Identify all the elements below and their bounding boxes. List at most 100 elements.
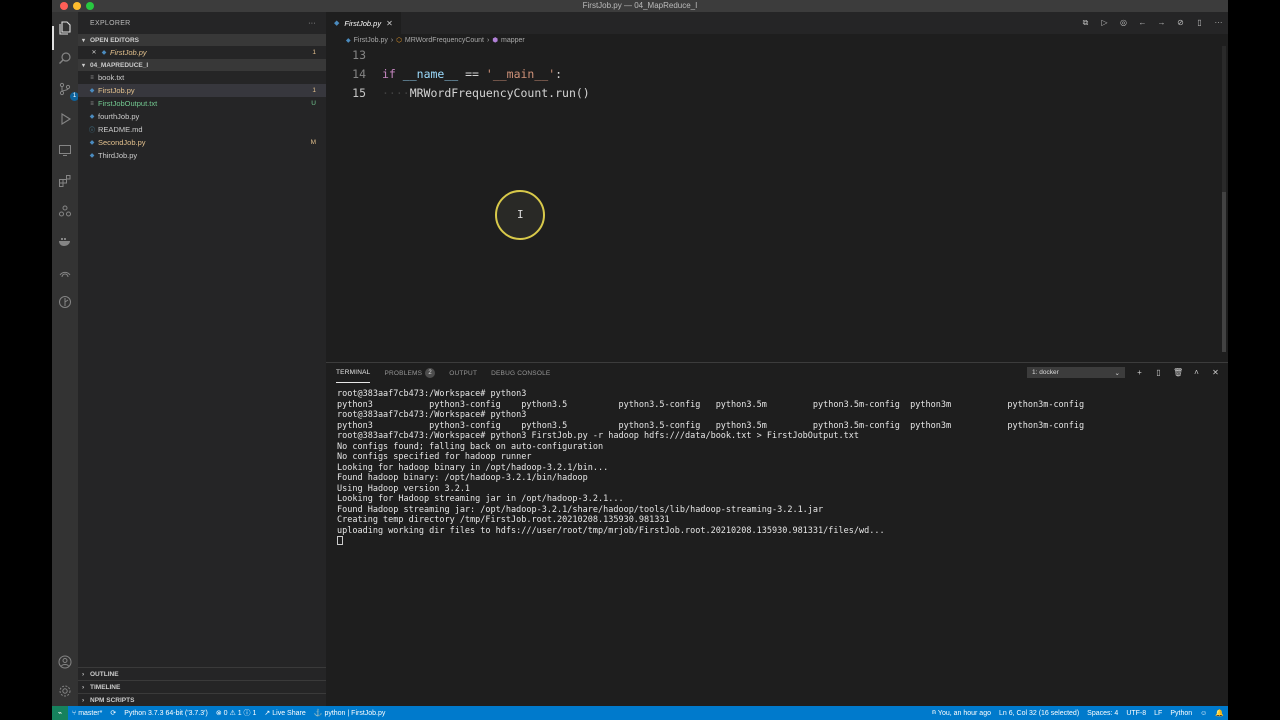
live-share-icon[interactable] [56, 202, 74, 220]
terminal-line: root@383aaf7cb473:/Workspace# python3 Fi… [337, 431, 859, 441]
close-icon[interactable]: ✕ [90, 49, 98, 56]
active-indicator [52, 26, 54, 50]
close-icon[interactable]: ✕ [1211, 367, 1220, 378]
docker-icon: ⚓ [313, 710, 323, 717]
terminal-select[interactable]: 1: docker ⌄ [1027, 367, 1125, 378]
split-editor-icon[interactable]: ▯ [1194, 17, 1205, 28]
search-icon[interactable] [56, 49, 74, 67]
extensions-icon[interactable] [56, 172, 74, 190]
status-bar: ⌁ ⑂ master* ⟳ Python 3.7.3 64-bit ('3.7.3… [52, 706, 1228, 720]
tab-debug-console[interactable]: DEBUG CONSOLE [491, 363, 550, 383]
python-file-icon: ◆ [346, 37, 351, 44]
source-control-icon[interactable]: 1 [56, 80, 79, 101]
notifications-bell-icon[interactable]: 🔔 [1211, 709, 1228, 717]
tab-label: PROBLEMS [384, 369, 423, 377]
remote-indicator-icon[interactable]: ⌁ [52, 706, 68, 720]
breadcrumb-file[interactable]: FirstJob.py [354, 37, 388, 44]
file-item-fourthjob-py[interactable]: ◆ fourthJob.py [78, 110, 326, 123]
outline-section[interactable]: › OUTLINE [78, 667, 326, 680]
end-of-line[interactable]: LF [1150, 710, 1166, 717]
chevron-up-icon[interactable]: ˄ [1192, 367, 1201, 378]
previous-change-icon[interactable]: ← [1137, 17, 1148, 28]
git-blame[interactable]: ⍝ You, an hour ago [928, 709, 995, 717]
terminal-select-value: 1: docker [1032, 369, 1059, 376]
ellipsis-icon[interactable]: ··· [1213, 17, 1224, 28]
info-file-icon: ⓘ [88, 128, 95, 134]
live-share-button[interactable]: ↗ Live Share [260, 709, 309, 718]
terminal-line: uploading working dir files to hdfs:///u… [337, 525, 885, 536]
chevron-down-icon: ⌄ [1114, 369, 1120, 377]
account-icon[interactable] [56, 653, 74, 671]
npm-scripts-section[interactable]: › NPM SCRIPTS [78, 693, 326, 706]
ellipsis-icon[interactable]: ··· [308, 20, 316, 27]
python-file-icon: ◆ [101, 50, 107, 56]
explorer-icon[interactable] [56, 19, 74, 37]
python-file-icon: ◆ [89, 114, 95, 120]
trash-icon[interactable]: 🗑 [1173, 367, 1183, 378]
call-token: MRWordFrequencyCount.run() [409, 86, 590, 100]
breadcrumb-method[interactable]: mapper [501, 37, 525, 44]
python-interpreter[interactable]: Python 3.7.3 64-bit ('3.7.3') [120, 710, 212, 717]
python-file-icon: ◆ [334, 20, 340, 27]
file-item-book-txt[interactable]: ≡ book.txt [78, 71, 326, 84]
language-mode[interactable]: Python [1166, 710, 1196, 717]
breadcrumb-class[interactable]: MRWordFrequencyCount [405, 37, 484, 44]
open-editors-section[interactable]: ▾ OPEN EDITORS [78, 34, 326, 46]
file-item-thirdjob-py[interactable]: ◆ ThirdJob.py [78, 149, 326, 162]
python-file-icon: ◆ [89, 153, 95, 159]
tab-label: OUTPUT [449, 369, 478, 377]
gitlens-icon[interactable] [56, 293, 74, 311]
code-text: ····MRWordFrequencyCount.run() [382, 84, 590, 103]
compare-changes-icon[interactable]: ⧉ [1080, 17, 1091, 28]
feedback-icon[interactable]: ☺ [1196, 710, 1211, 717]
remote-explorer-icon[interactable] [56, 141, 74, 159]
settings-gear-icon[interactable] [56, 682, 74, 700]
file-item-firstjob-py[interactable]: ◆ FirstJob.py 1 [78, 84, 326, 97]
bottom-panel: TERMINAL PROBLEMS 2 OUTPUT DEBUG CONSOLE … [326, 362, 1228, 706]
chevron-right-icon: › [390, 36, 394, 44]
terminal-line: Looking for hadoop binary in /opt/hadoop… [337, 462, 609, 473]
open-editor-problem-count: 1 [312, 49, 316, 56]
file-decoration: M [310, 139, 316, 146]
run-file-icon[interactable]: ▷ [1099, 17, 1110, 28]
open-editor-item[interactable]: ✕ ◆ FirstJob.py 1 [78, 46, 326, 59]
text-file-icon: ≡ [90, 74, 94, 81]
tab-output[interactable]: OUTPUT [449, 363, 477, 383]
file-item-firstjoboutput-txt[interactable]: ≡ FirstJobOutput.txt U [78, 97, 326, 110]
terminal-output[interactable]: root@383aaf7cb473:/Workspace# python3 pyt… [337, 389, 1217, 547]
folder-label: 04_MAPREDUCE_I [90, 61, 149, 69]
python-file-icon: ◆ [89, 140, 95, 146]
docker-icon[interactable] [56, 232, 74, 250]
code-area[interactable]: 13 14 if __name__ == '__main__': 15 ····… [326, 46, 1228, 103]
file-item-readme-md[interactable]: ⓘ README.md [78, 123, 326, 136]
timeline-section[interactable]: › TIMELINE [78, 680, 326, 693]
chevron-down-icon: ▾ [82, 62, 86, 69]
python-file-icon: ◆ [89, 88, 95, 94]
tab-problems[interactable]: PROBLEMS 2 [384, 363, 436, 383]
split-terminal-icon[interactable]: ▯ [1154, 367, 1163, 378]
sync-icon[interactable]: ⟳ [106, 709, 120, 717]
git-branch[interactable]: ⑂ master* [68, 710, 106, 717]
cursor-position[interactable]: Ln 6, Col 32 (16 selected) [995, 710, 1083, 717]
encoding[interactable]: UTF-8 [1122, 710, 1150, 717]
file-context[interactable]: ⚓ python | FirstJob.py [310, 709, 390, 718]
panel-tabs: TERMINAL PROBLEMS 2 OUTPUT DEBUG CONSOLE [336, 363, 550, 383]
git-compare-icon[interactable]: ⊘ [1175, 17, 1186, 28]
close-icon[interactable]: ✕ [386, 19, 393, 28]
run-debug-icon[interactable] [56, 110, 74, 128]
class-icon: ⬡ [396, 37, 402, 44]
tab-terminal[interactable]: TERMINAL [336, 363, 371, 383]
editor-scroll-thumb[interactable] [1222, 192, 1226, 352]
file-item-secondjob-py[interactable]: ◆ SecondJob.py M [78, 136, 326, 149]
indentation[interactable]: Spaces: 4 [1083, 710, 1122, 717]
new-terminal-icon[interactable]: + [1135, 367, 1144, 378]
problems-summary[interactable]: ⊗ 0 ⚠ 1 ⓘ 1 [212, 708, 261, 718]
explorer-title: EXPLORER [90, 19, 131, 27]
method-icon: ⬢ [492, 37, 499, 44]
open-changes-icon[interactable]: ◎ [1118, 17, 1129, 28]
title-bar: FirstJob.py — 04_MapReduce_I [52, 0, 1228, 12]
remote-connection-icon[interactable] [56, 263, 74, 281]
folder-section[interactable]: ▾ 04_MAPREDUCE_I [78, 59, 326, 71]
tab-firstjob-py[interactable]: ◆ FirstJob.py ✕ [326, 12, 401, 34]
next-change-icon[interactable]: → [1156, 17, 1167, 28]
